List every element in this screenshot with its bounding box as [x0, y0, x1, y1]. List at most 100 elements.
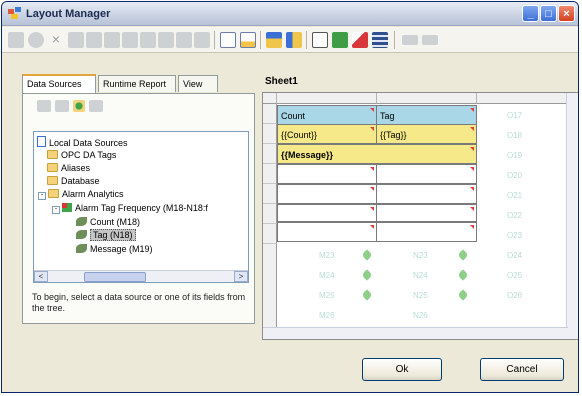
collapse-icon[interactable]: - — [38, 192, 46, 200]
properties-icon[interactable] — [89, 100, 103, 112]
row-header[interactable] — [263, 184, 277, 204]
page-setup-icon[interactable] — [240, 32, 256, 48]
cell-tag-header[interactable]: Tag — [376, 105, 477, 125]
row-header[interactable] — [263, 204, 277, 224]
empty-cell[interactable] — [277, 184, 377, 204]
merge-icon[interactable] — [140, 32, 156, 48]
collapse-icon[interactable]: - — [52, 206, 60, 214]
ghost-cell-ref: O26 — [507, 291, 523, 300]
image-icon[interactable] — [332, 32, 348, 48]
ghost-cell-ref: O23 — [507, 231, 523, 240]
close-icon: × — [563, 8, 570, 20]
column-header[interactable] — [477, 93, 577, 104]
column-header[interactable] — [277, 93, 377, 104]
tree-item-label: Count (M18) — [90, 217, 141, 227]
empty-cell[interactable] — [376, 164, 477, 184]
ghost-cell-ref: M24 — [319, 271, 335, 280]
remove-source-icon[interactable] — [55, 100, 69, 112]
split-icon[interactable] — [158, 32, 174, 48]
stop-icon[interactable] — [28, 32, 44, 48]
tree-item-opc-da-tags[interactable]: OPC DA Tags — [47, 149, 116, 161]
refresh-source-icon[interactable] — [73, 100, 85, 112]
empty-cell[interactable] — [376, 204, 477, 222]
tree-item-aliases[interactable]: Aliases — [47, 162, 90, 174]
tree-item-database[interactable]: Database — [47, 175, 100, 187]
empty-cell[interactable] — [277, 164, 377, 184]
empty-cell[interactable] — [277, 222, 377, 242]
copy-format-icon[interactable] — [8, 32, 24, 48]
insert-column-icon[interactable] — [286, 32, 302, 48]
field-icon — [76, 244, 87, 253]
field-icon — [76, 217, 87, 226]
folder-icon — [47, 176, 58, 185]
tree-item-alarm-tag-frequency[interactable]: - Alarm Tag Frequency (M18-N18:f — [52, 202, 208, 214]
grid-d-icon[interactable] — [122, 32, 138, 48]
tab-view[interactable]: View — [178, 75, 218, 92]
tree-item-label: OPC DA Tags — [61, 150, 117, 160]
folder-icon — [48, 189, 59, 198]
toolbar-separator — [260, 31, 261, 49]
cell-count-header[interactable]: Count — [277, 105, 377, 125]
tree-item-message[interactable]: Message (M19) — [76, 243, 153, 255]
cell-message-field[interactable]: {{Message}} — [277, 144, 477, 164]
empty-cell[interactable] — [376, 222, 477, 242]
tree-item-label: Alarm Tag Frequency (M18-N18:f — [75, 203, 208, 213]
empty-cell[interactable] — [376, 184, 477, 204]
ok-button[interactable]: Ok — [362, 358, 442, 381]
tab-runtime-report[interactable]: Runtime Report — [98, 75, 176, 92]
sheet-horizontal-scrollbar[interactable] — [263, 327, 568, 339]
toolbar-separator — [394, 31, 395, 49]
ghost-cell-ref: O25 — [507, 271, 523, 280]
field-icon — [76, 230, 87, 239]
scroll-thumb[interactable] — [84, 272, 146, 282]
row-header[interactable] — [263, 224, 277, 244]
row-header[interactable] — [263, 164, 277, 184]
scroll-right-icon[interactable]: > — [234, 271, 248, 282]
ghost-cell-ref: O24 — [507, 251, 523, 260]
sheet-vertical-scrollbar[interactable] — [566, 93, 578, 339]
alarm-source-icon — [62, 203, 72, 212]
cancel-button[interactable]: Cancel — [480, 358, 564, 381]
scroll-left-icon[interactable]: < — [34, 271, 48, 282]
data-source-tree[interactable]: Local Data Sources OPC DA Tags Aliases D… — [33, 131, 249, 283]
tree-horizontal-scrollbar[interactable]: < > — [34, 270, 248, 282]
grid-a-icon[interactable] — [68, 32, 84, 48]
chart-icon[interactable] — [194, 32, 210, 48]
comment-marker-icon — [470, 108, 474, 112]
row-header[interactable] — [263, 124, 277, 144]
ghost-cell-ref: N26 — [413, 311, 428, 320]
grid-c-icon[interactable] — [104, 32, 120, 48]
empty-cell[interactable] — [277, 204, 377, 222]
cell-tag-field[interactable]: {{Tag}} — [376, 124, 477, 144]
zoom-out-icon[interactable] — [402, 35, 418, 45]
list-icon[interactable] — [372, 32, 388, 48]
delete-icon[interactable]: × — [48, 32, 64, 48]
tree-root-label: Local Data Sources — [49, 138, 128, 148]
minimize-button[interactable]: _ — [522, 5, 539, 22]
new-page-icon[interactable] — [220, 32, 236, 48]
ghost-cell-ref: O17 — [507, 111, 523, 120]
row-header[interactable] — [263, 104, 277, 124]
tree-item-label: Aliases — [61, 163, 91, 173]
tree-item-alarm-analytics[interactable]: - Alarm Analytics — [38, 188, 124, 200]
insert-row-icon[interactable] — [266, 32, 282, 48]
add-source-icon[interactable] — [37, 100, 51, 112]
link-icon[interactable] — [312, 32, 328, 48]
maximize-button[interactable]: □ — [540, 5, 557, 22]
row-header[interactable] — [263, 144, 277, 164]
tree-item-count[interactable]: Count (M18) — [76, 216, 140, 228]
pencil-icon — [361, 249, 373, 261]
cell-count-field[interactable]: {{Count}} — [277, 124, 377, 144]
sheet-grid[interactable]: O17 O18 O19 O20 O21 O22 O23 O24 O25 O26 … — [262, 92, 578, 340]
table-icon[interactable] — [176, 32, 192, 48]
tree-item-tag[interactable]: Tag (N18) — [76, 229, 136, 241]
column-header[interactable] — [377, 93, 477, 104]
close-button[interactable]: × — [558, 5, 575, 22]
zoom-in-icon[interactable] — [422, 35, 438, 45]
eraser-icon[interactable] — [352, 32, 368, 48]
folder-icon — [47, 163, 58, 172]
toolbar-separator — [214, 31, 215, 49]
tab-data-sources[interactable]: Data Sources — [22, 74, 96, 93]
grid-b-icon[interactable] — [86, 32, 102, 48]
tree-root[interactable]: Local Data Sources — [37, 136, 128, 148]
